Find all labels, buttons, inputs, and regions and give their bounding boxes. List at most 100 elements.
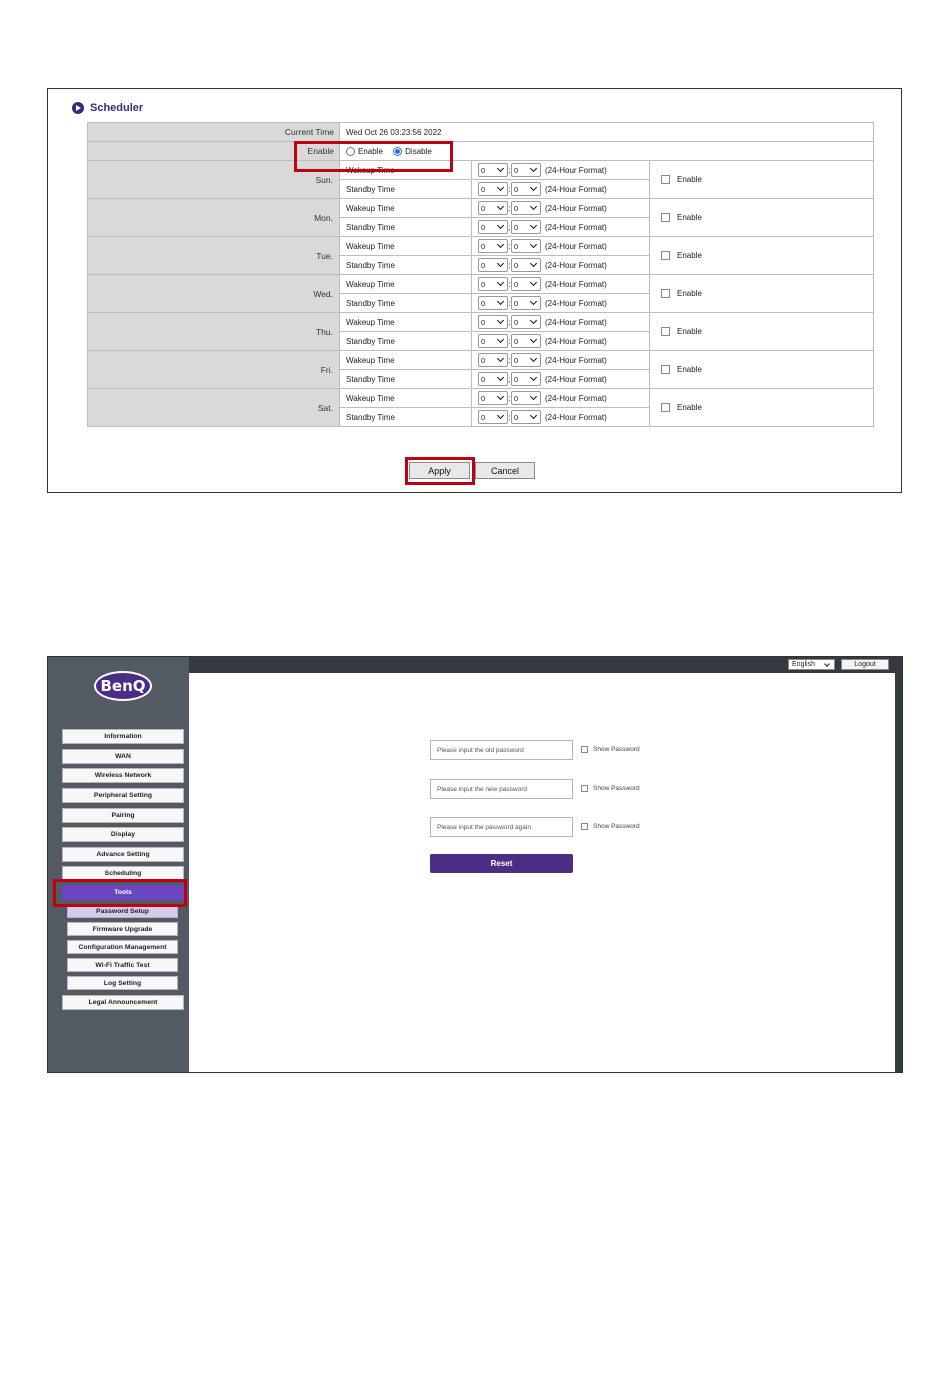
minute-select[interactable]: 0 <box>511 163 541 177</box>
day-enable[interactable]: Enable <box>648 312 875 351</box>
sidebar-item-legal-announcement[interactable]: Legal Announcement <box>62 995 184 1010</box>
hour-select[interactable]: 0 <box>478 201 508 215</box>
confirm-password-input[interactable]: Please input the password again <box>430 817 573 837</box>
hour-select[interactable]: 0 <box>478 163 508 177</box>
show-confirm-password[interactable]: Show Password <box>581 821 640 831</box>
hour-select[interactable]: 0 <box>478 391 508 405</box>
show-password-checkbox[interactable] <box>581 745 588 753</box>
chevron-down-icon <box>529 373 538 382</box>
minute-select[interactable]: 0 <box>511 277 541 291</box>
sidebar-subitem-firmware-upgrade[interactable]: Firmware Upgrade <box>67 922 178 936</box>
minute-select[interactable]: 0 <box>511 391 541 405</box>
chevron-down-icon <box>529 183 538 192</box>
minute-value: 0 <box>514 222 519 232</box>
wakeup-label: Wakeup Time <box>339 388 472 408</box>
hour-select[interactable]: 0 <box>478 372 508 386</box>
old-password-input[interactable]: Please input the old password <box>430 740 573 760</box>
chevron-down-icon <box>529 354 538 363</box>
sidebar-item-wireless-network[interactable]: Wireless Network <box>62 768 184 783</box>
minute-value: 0 <box>514 260 519 270</box>
minute-value: 0 <box>514 317 519 327</box>
day-enable[interactable]: Enable <box>648 388 875 427</box>
hour-select[interactable]: 0 <box>478 315 508 329</box>
minute-select[interactable]: 0 <box>511 258 541 272</box>
sidebar-subitem-wifi-traffic-test[interactable]: Wi-Fi Traffic Test <box>67 958 178 972</box>
hour-select[interactable]: 0 <box>478 182 508 196</box>
apply-button[interactable]: Apply <box>409 462 470 479</box>
new-password-input[interactable]: Please input the new password <box>430 779 573 799</box>
sidebar-subitem-configuration-management[interactable]: Configuration Management <box>67 940 178 954</box>
sidebar-item-information[interactable]: Information <box>62 729 184 744</box>
minute-select[interactable]: 0 <box>511 372 541 386</box>
day-enable-checkbox[interactable] <box>661 175 670 185</box>
format-hint: (24-Hour Format) <box>545 336 607 346</box>
current-time-value: Wed Oct 26 03:23:56 2022 <box>338 122 875 142</box>
day-enable[interactable]: Enable <box>648 198 875 237</box>
day-enable[interactable]: Enable <box>648 350 875 389</box>
sidebar-item-pairing[interactable]: Pairing <box>62 808 184 823</box>
day-label: Sun. <box>87 160 340 199</box>
hour-select[interactable]: 0 <box>478 353 508 367</box>
show-old-password[interactable]: Show Password <box>581 744 640 754</box>
format-hint: (24-Hour Format) <box>545 222 607 232</box>
wakeup-time-picker: 0:0 (24-Hour Format) <box>471 312 650 332</box>
minute-value: 0 <box>514 298 519 308</box>
minute-select[interactable]: 0 <box>511 220 541 234</box>
enable-row: Enable Enable Disable <box>87 141 875 161</box>
minute-value: 0 <box>514 355 519 365</box>
day-enable-checkbox[interactable] <box>661 213 670 223</box>
minute-select[interactable]: 0 <box>511 353 541 367</box>
standby-label: Standby Time <box>339 369 472 389</box>
hour-select[interactable]: 0 <box>478 334 508 348</box>
enable-radio[interactable] <box>346 146 355 156</box>
day-row: Tue. Wakeup Time 0:0 (24-Hour Format) Enable <box>87 236 875 275</box>
hour-select[interactable]: 0 <box>478 239 508 253</box>
minute-select[interactable]: 0 <box>511 239 541 253</box>
minute-select[interactable]: 0 <box>511 334 541 348</box>
chevron-down-icon <box>529 240 538 249</box>
show-password-label: Show Password <box>593 784 640 792</box>
day-enable-checkbox[interactable] <box>661 251 670 261</box>
hour-select[interactable]: 0 <box>478 296 508 310</box>
show-new-password[interactable]: Show Password <box>581 783 640 793</box>
day-enable-checkbox[interactable] <box>661 365 670 375</box>
wakeup-time-picker: 0:0 (24-Hour Format) <box>471 274 650 294</box>
hour-select[interactable]: 0 <box>478 258 508 272</box>
disable-radio[interactable] <box>393 146 403 156</box>
day-enable[interactable]: Enable <box>648 160 875 199</box>
minute-select[interactable]: 0 <box>511 315 541 329</box>
day-enable[interactable]: Enable <box>648 236 875 275</box>
standby-label: Standby Time <box>339 255 472 275</box>
minute-select[interactable]: 0 <box>511 182 541 196</box>
logout-button[interactable]: Logout <box>841 659 889 670</box>
hour-select[interactable]: 0 <box>478 220 508 234</box>
format-hint: (24-Hour Format) <box>545 165 607 175</box>
minute-select[interactable]: 0 <box>511 201 541 215</box>
sidebar-item-advance-setting[interactable]: Advance Setting <box>62 847 184 862</box>
hour-select[interactable]: 0 <box>478 410 508 424</box>
minute-select[interactable]: 0 <box>511 296 541 310</box>
hour-select[interactable]: 0 <box>478 277 508 291</box>
show-password-checkbox[interactable] <box>581 784 588 792</box>
reset-button[interactable]: Reset <box>430 854 573 873</box>
day-enable-checkbox[interactable] <box>661 403 670 413</box>
day-enable-checkbox[interactable] <box>661 327 670 337</box>
day-enable-checkbox[interactable] <box>661 289 670 299</box>
sidebar-item-wan[interactable]: WAN <box>62 749 184 764</box>
minute-select[interactable]: 0 <box>511 410 541 424</box>
sidebar-item-scheduling[interactable]: Scheduling <box>62 866 184 881</box>
sidebar-subitem-password-setup[interactable]: Password Setup <box>67 904 178 918</box>
cancel-button[interactable]: Cancel <box>475 462 535 479</box>
chevron-down-icon <box>529 259 538 268</box>
language-select[interactable]: English <box>788 659 835 670</box>
sidebar-item-tools[interactable]: Tools <box>62 885 184 900</box>
sidebar-subitem-log-setting[interactable]: Log Setting <box>67 976 178 990</box>
day-enable-label: Enable <box>677 364 702 374</box>
sidebar-item-peripheral-setting[interactable]: Peripheral Setting <box>62 788 184 803</box>
show-password-checkbox[interactable] <box>581 822 588 830</box>
sidebar-item-display[interactable]: Display <box>62 827 184 842</box>
scrollbar[interactable] <box>895 657 902 1072</box>
hour-value: 0 <box>481 184 486 194</box>
day-enable[interactable]: Enable <box>648 274 875 313</box>
chevron-down-icon <box>496 316 505 325</box>
